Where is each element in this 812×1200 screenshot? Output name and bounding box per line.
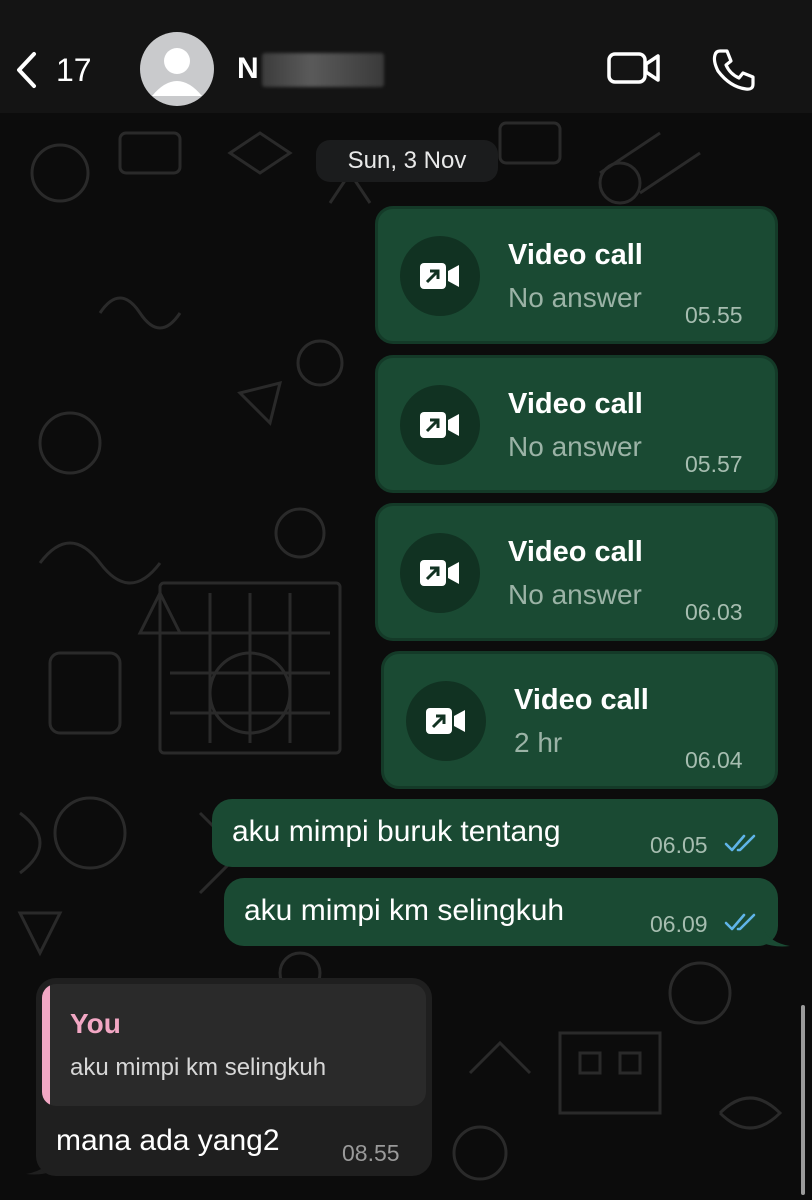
video-call-message[interactable]: Video call No answer 06.03 [375,503,778,641]
call-title: Video call [508,388,643,420]
quote-accent-bar [42,984,50,1106]
outgoing-video-icon [420,560,459,586]
bubble-tail [760,922,790,947]
call-icon-badge [400,236,480,316]
outgoing-message[interactable]: aku mimpi km selingkuh 06.09 [224,878,778,946]
video-call-message[interactable]: Video call No answer 05.57 [375,355,778,493]
call-status: No answer [508,431,642,462]
call-icon-badge [406,681,486,761]
message-text: aku mimpi buruk tentang [232,815,561,848]
message-time: 08.55 [342,1140,400,1166]
contact-avatar[interactable] [140,32,214,106]
message-time: 05.55 [685,302,743,328]
chevron-left-icon [17,52,36,88]
message-time: 06.03 [685,599,743,625]
message-time: 06.04 [685,747,743,773]
incoming-message-text: mana ada yang2 [56,1124,280,1157]
outgoing-message[interactable]: aku mimpi buruk tentang 06.05 [212,799,778,867]
date-separator: Sun, 3 Nov [316,140,498,182]
read-receipt-icon [724,913,756,931]
call-title: Video call [508,536,643,568]
video-call-button[interactable] [606,46,662,95]
message-time: 06.05 [650,832,708,858]
phone-icon [712,49,755,91]
scroll-indicator[interactable] [801,1005,805,1195]
back-button[interactable]: 17 [14,44,114,96]
contact-name[interactable]: N [237,52,259,86]
video-call-message[interactable]: Video call No answer 05.55 [375,206,778,344]
call-title: Video call [514,684,649,716]
call-status: No answer [508,282,642,313]
message-time: 05.57 [685,451,743,477]
video-camera-icon [607,52,660,84]
outgoing-video-icon [426,708,465,734]
default-avatar-icon [152,48,202,96]
call-title: Video call [508,239,643,271]
message-time: 06.09 [650,911,708,937]
call-duration: 2 hr [514,727,563,758]
unread-count: 17 [56,51,92,88]
outgoing-video-icon [420,412,459,438]
call-status: No answer [508,579,642,610]
call-icon-badge [400,385,480,465]
chat-header: 17 N [0,0,812,113]
redacted-name [262,53,384,87]
read-receipt-icon [724,834,756,852]
quoted-message[interactable]: You aku mimpi km selingkuh [42,984,426,1106]
call-icon-badge [400,533,480,613]
voice-call-button[interactable] [710,46,758,99]
message-text: aku mimpi km selingkuh [244,894,565,927]
outgoing-video-icon [420,263,459,289]
video-call-message[interactable]: Video call 2 hr 06.04 [381,651,778,789]
quote-text: aku mimpi km selingkuh [70,1054,327,1081]
quote-author: You [70,1008,121,1039]
